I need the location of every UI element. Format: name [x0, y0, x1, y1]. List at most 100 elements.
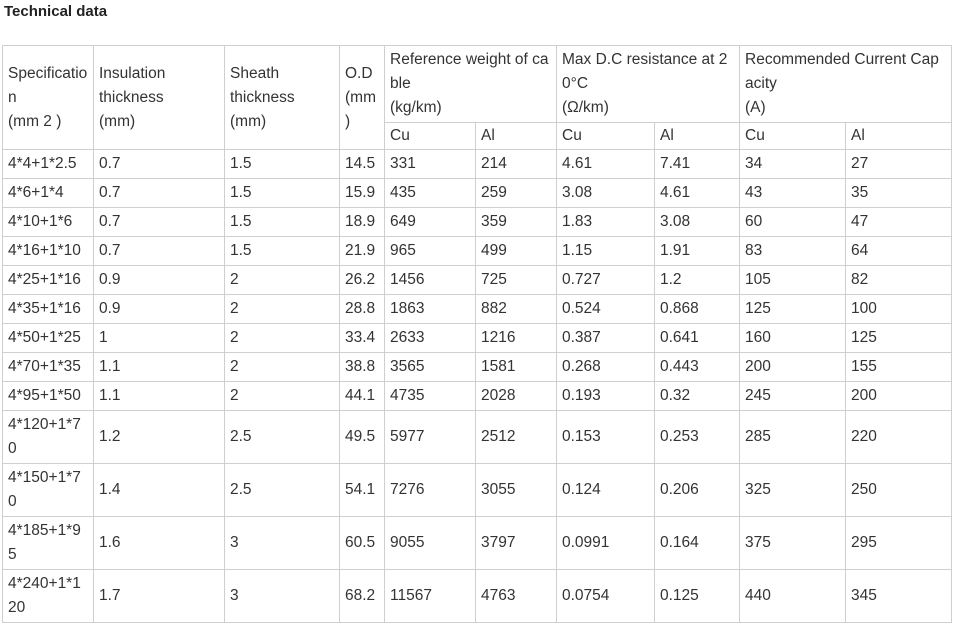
resistance-cu-cell: 0.124 — [556, 463, 655, 517]
od-cell: 44.1 — [339, 381, 385, 411]
table-row: 4*120+1*70 1.2 2.5 49.5 5977 2512 0.153 0.253 28… — [2, 410, 952, 464]
od-cell: 49.5 — [339, 410, 385, 464]
resistance-cu-cell: 0.268 — [556, 352, 655, 382]
sheath-cell: 2 — [224, 381, 340, 411]
current-al-cell: 155 — [845, 352, 952, 382]
current-cu-cell: 285 — [739, 410, 846, 464]
weight-cu-cell: 1456 — [384, 265, 476, 295]
current-al-cell: 47 — [845, 207, 952, 237]
resistance-al-cell: 0.32 — [654, 381, 740, 411]
weight-al-cell: 214 — [475, 149, 557, 179]
weight-cu-cell: 11567 — [384, 569, 476, 623]
weight-al-cell: 882 — [475, 294, 557, 324]
resistance-cu-cell: 0.153 — [556, 410, 655, 464]
current-al-cell: 27 — [845, 149, 952, 179]
insulation-cell: 0.9 — [93, 265, 225, 295]
weight-cu-cell: 965 — [384, 236, 476, 266]
spec-cell: 4*4+1*2.5 — [2, 149, 94, 179]
sheath-cell: 3 — [224, 516, 340, 570]
resistance-cu-cell: 4.61 — [556, 149, 655, 179]
weight-al-cell: 2512 — [475, 410, 557, 464]
spec-cell: 4*35+1*16 — [2, 294, 94, 324]
weight-cu-cell: 9055 — [384, 516, 476, 570]
subheader-current-cu: Cu — [739, 122, 846, 150]
spec-cell: 4*150+1*70 — [2, 463, 94, 517]
sheath-cell: 2 — [224, 323, 340, 353]
resistance-al-cell: 3.08 — [654, 207, 740, 237]
od-cell: 54.1 — [339, 463, 385, 517]
current-cu-cell: 125 — [739, 294, 846, 324]
weight-al-cell: 499 — [475, 236, 557, 266]
resistance-cu-cell: 0.727 — [556, 265, 655, 295]
current-cu-cell: 325 — [739, 463, 846, 517]
header-recommended-current: Recommended Current Capacity (A) — [739, 45, 952, 123]
resistance-al-cell: 0.206 — [654, 463, 740, 517]
weight-al-cell: 1581 — [475, 352, 557, 382]
table-row: 4*35+1*16 0.9 2 28.8 1863 882 0.524 0.868 125 100 — [2, 294, 952, 324]
od-cell: 60.5 — [339, 516, 385, 570]
weight-cu-cell: 2633 — [384, 323, 476, 353]
subheader-weight-al: Al — [475, 122, 557, 150]
header-sheath-thickness: Sheath thickness (mm) — [224, 45, 340, 150]
od-cell: 38.8 — [339, 352, 385, 382]
header-outer-diameter: O.D (mm ) — [339, 45, 385, 150]
weight-cu-cell: 5977 — [384, 410, 476, 464]
table-row: 4*95+1*50 1.1 2 44.1 4735 2028 0.193 0.32 245 200 — [2, 381, 952, 411]
sheath-cell: 3 — [224, 569, 340, 623]
current-al-cell: 125 — [845, 323, 952, 353]
table-row: 4*6+1*4 0.7 1.5 15.9 435 259 3.08 4.61 43 35 — [2, 178, 952, 208]
sheath-cell: 2.5 — [224, 410, 340, 464]
subheader-resistance-al: Al — [654, 122, 740, 150]
spec-cell: 4*16+1*10 — [2, 236, 94, 266]
spec-cell: 4*6+1*4 — [2, 178, 94, 208]
current-al-cell: 82 — [845, 265, 952, 295]
current-al-cell: 295 — [845, 516, 952, 570]
current-cu-cell: 375 — [739, 516, 846, 570]
table-row: 4*240+1*120 1.7 3 68.2 11567 4763 0.0754 0.125 4… — [2, 569, 952, 623]
table-row: 4*150+1*70 1.4 2.5 54.1 7276 3055 0.124 0.206 32… — [2, 463, 952, 517]
insulation-cell: 1.1 — [93, 381, 225, 411]
weight-al-cell: 3797 — [475, 516, 557, 570]
resistance-cu-cell: 0.193 — [556, 381, 655, 411]
current-al-cell: 35 — [845, 178, 952, 208]
resistance-al-cell: 0.868 — [654, 294, 740, 324]
resistance-al-cell: 0.443 — [654, 352, 740, 382]
header-insulation-thickness: Insulation thickness (mm) — [93, 45, 225, 150]
resistance-cu-cell: 0.387 — [556, 323, 655, 353]
resistance-al-cell: 0.641 — [654, 323, 740, 353]
table-row: 4*25+1*16 0.9 2 26.2 1456 725 0.727 1.2 105 82 — [2, 265, 952, 295]
table-row: 4*50+1*25 1 2 33.4 2633 1216 0.387 0.641 160 125 — [2, 323, 952, 353]
resistance-cu-cell: 1.15 — [556, 236, 655, 266]
weight-cu-cell: 649 — [384, 207, 476, 237]
current-cu-cell: 245 — [739, 381, 846, 411]
spec-cell: 4*70+1*35 — [2, 352, 94, 382]
insulation-cell: 0.7 — [93, 207, 225, 237]
current-al-cell: 100 — [845, 294, 952, 324]
weight-al-cell: 359 — [475, 207, 557, 237]
current-cu-cell: 34 — [739, 149, 846, 179]
insulation-cell: 0.7 — [93, 236, 225, 266]
sheath-cell: 2 — [224, 265, 340, 295]
resistance-cu-cell: 0.524 — [556, 294, 655, 324]
od-cell: 14.5 — [339, 149, 385, 179]
spec-cell: 4*120+1*70 — [2, 410, 94, 464]
header-row: Specification (mm 2 ) Insulation thickne… — [2, 45, 952, 150]
od-cell: 18.9 — [339, 207, 385, 237]
insulation-cell: 1 — [93, 323, 225, 353]
subheader-current-al: Al — [845, 122, 952, 150]
insulation-cell: 1.4 — [93, 463, 225, 517]
weight-al-cell: 1216 — [475, 323, 557, 353]
current-cu-cell: 43 — [739, 178, 846, 208]
current-cu-cell: 160 — [739, 323, 846, 353]
resistance-cu-cell: 1.83 — [556, 207, 655, 237]
resistance-al-cell: 1.91 — [654, 236, 740, 266]
resistance-cu-cell: 3.08 — [556, 178, 655, 208]
subheader-resistance-cu: Cu — [556, 122, 655, 150]
weight-al-cell: 725 — [475, 265, 557, 295]
table-row: 4*4+1*2.5 0.7 1.5 14.5 331 214 4.61 7.41 34 27 — [2, 149, 952, 179]
weight-cu-cell: 1863 — [384, 294, 476, 324]
weight-cu-cell: 331 — [384, 149, 476, 179]
page-title: Technical data — [4, 3, 108, 20]
sheath-cell: 1.5 — [224, 236, 340, 266]
od-cell: 26.2 — [339, 265, 385, 295]
